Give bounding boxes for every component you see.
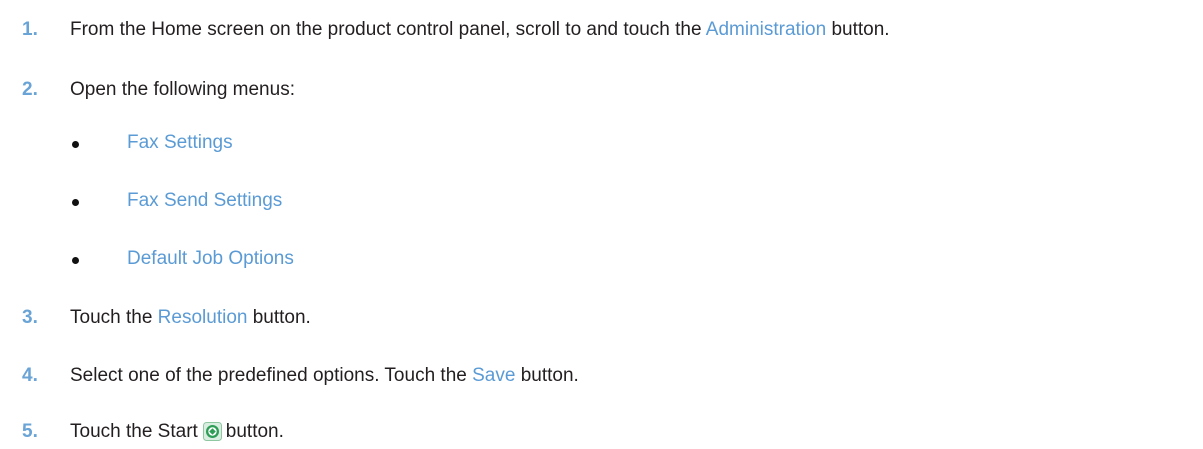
step-text-before: Select one of the predefined options. To… (70, 365, 473, 386)
step-text-after: button. (515, 365, 579, 386)
step-text: From the Home screen on the product cont… (70, 18, 890, 42)
fax-send-settings-link[interactable]: Fax Send Settings (127, 189, 282, 213)
step-text: Touch the Resolution button. (70, 306, 311, 330)
step-text: Touch the Start button. (70, 420, 284, 444)
step-text: Select one of the predefined options. To… (70, 364, 579, 388)
step-text-after: button. (247, 307, 311, 328)
step-text-before: From the Home screen on the product cont… (70, 19, 706, 40)
bullet-item: Fax Send Settings (0, 189, 1203, 213)
step-number: 5. (22, 421, 38, 442)
start-button-icon (202, 422, 222, 441)
step-text-before: Touch the Start (70, 421, 198, 442)
step-4: 4. Select one of the predefined options.… (0, 364, 1203, 388)
step-text-after: button. (225, 421, 284, 442)
step-number: 2. (22, 79, 38, 100)
bullet-dot (72, 199, 79, 206)
resolution-link[interactable]: Resolution (158, 307, 248, 328)
step-text-before: Touch the (70, 307, 158, 328)
fax-settings-link[interactable]: Fax Settings (127, 131, 233, 155)
step-number: 4. (22, 365, 38, 386)
step-number: 3. (22, 307, 38, 328)
bullet-dot (72, 141, 79, 148)
step-text: Open the following menus: (70, 79, 295, 100)
step-3: 3. Touch the Resolution button. (0, 306, 1203, 330)
step-number: 1. (22, 19, 38, 40)
step-2: 2. Open the following menus: (0, 78, 1203, 102)
default-job-options-link[interactable]: Default Job Options (127, 247, 294, 271)
step-1: 1. From the Home screen on the product c… (0, 18, 1203, 42)
bullet-item: Fax Settings (0, 131, 1203, 155)
instruction-document: 1. From the Home screen on the product c… (0, 0, 1203, 449)
administration-link[interactable]: Administration (706, 19, 826, 40)
bullet-dot (72, 257, 79, 264)
step-5: 5. Touch the Start button. (0, 420, 1203, 444)
bullet-item: Default Job Options (0, 247, 1203, 271)
save-link[interactable]: Save (472, 365, 515, 386)
step-text-after: button. (826, 19, 890, 40)
